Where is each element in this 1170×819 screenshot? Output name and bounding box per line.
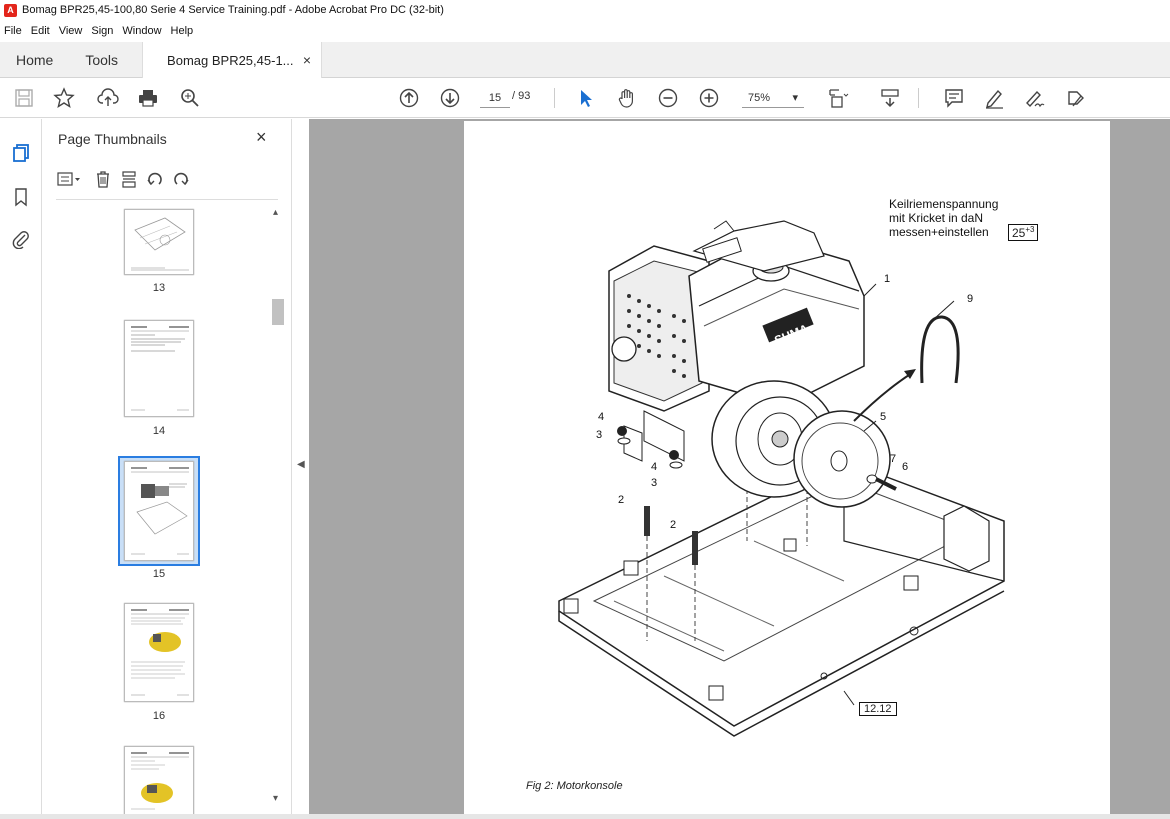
thumbnail-text-lines: [131, 326, 189, 411]
part-number-2-right: 2: [670, 519, 677, 531]
bookmark-icon[interactable]: [9, 185, 33, 209]
menu-window[interactable]: Window: [122, 25, 161, 37]
extract-page-icon[interactable]: [116, 168, 142, 190]
close-panel-icon[interactable]: ×: [256, 127, 267, 148]
tension-value: 25: [1012, 226, 1026, 240]
thumbnail-drawing: [131, 467, 189, 555]
thumbnail-scrollbar[interactable]: ▴ ▾: [270, 207, 284, 807]
page-number-input[interactable]: 15: [480, 88, 510, 108]
search-icon[interactable]: [178, 86, 202, 110]
tab-document[interactable]: Bomag BPR25,45-1... ×: [142, 42, 323, 78]
close-tab-icon[interactable]: ×: [303, 52, 311, 68]
previous-page-icon[interactable]: [397, 86, 421, 110]
upload-cloud-icon[interactable]: [96, 86, 120, 110]
part-number-7: 7: [890, 453, 897, 465]
belt-tension-note: Keilriemenspannung mit Kricket in daN me…: [889, 197, 998, 239]
page-thumbnails-icon[interactable]: [9, 141, 33, 165]
thumbnail-drawing: [131, 609, 189, 696]
thumbnail-drawing: [131, 752, 189, 810]
zoom-value: 75%: [748, 91, 771, 104]
rotate-left-icon[interactable]: [142, 168, 168, 190]
rotate-right-icon[interactable]: [168, 168, 194, 190]
tab-home[interactable]: Home: [0, 42, 69, 78]
select-cursor-icon[interactable]: [574, 86, 598, 110]
thumbnail-page-13[interactable]: [124, 209, 194, 275]
page-thumbnails-panel: Page Thumbnails × 13 14 15 16 ▴ ▾: [42, 119, 292, 819]
note-line-1: Keilriemenspannung: [889, 197, 999, 211]
thumbnail-label: 15: [152, 568, 166, 580]
note-line-2: mit Kricket in daN: [889, 211, 984, 225]
panel-title: Page Thumbnails: [58, 131, 167, 147]
fill-sign-icon[interactable]: [1064, 86, 1088, 110]
tab-document-label: Bomag BPR25,45-1...: [167, 52, 294, 68]
comment-icon[interactable]: [942, 86, 966, 110]
panel-collapse-handle[interactable]: ◀: [293, 119, 309, 819]
print-icon[interactable]: [136, 86, 160, 110]
options-menu-icon[interactable]: [56, 168, 82, 190]
delete-page-icon[interactable]: [90, 168, 116, 190]
toolbar: 15 / 93 75% ▾: [0, 78, 1170, 118]
part-number-2-left: 2: [618, 494, 625, 506]
part-number-4-bottom: 4: [651, 461, 658, 473]
tension-tolerance: +3: [1025, 225, 1035, 234]
thumbnail-label: 16: [152, 710, 166, 722]
scroll-mode-icon[interactable]: [878, 86, 902, 110]
save-icon[interactable]: [12, 86, 36, 110]
sign-icon[interactable]: [1022, 86, 1046, 110]
menu-sign[interactable]: Sign: [91, 25, 113, 37]
part-number-4-top: 4: [598, 411, 605, 423]
thumbnail-label: 13: [152, 282, 166, 294]
zoom-in-icon[interactable]: [697, 86, 721, 110]
toolbar-separator: [918, 88, 919, 108]
part-number-6: 6: [902, 461, 909, 473]
left-navigation-rail: [0, 119, 42, 819]
thumbnail-label: 14: [152, 425, 166, 437]
zoom-out-icon[interactable]: [656, 86, 680, 110]
reference-number-box: 12.12: [859, 702, 897, 716]
thumbnail-page-14[interactable]: [124, 320, 194, 417]
hand-tool-icon[interactable]: [615, 86, 639, 110]
figure-caption: Fig 2: Motorkonsole: [526, 780, 623, 792]
panel-divider: [56, 199, 278, 200]
tension-value-box: 25+3: [1008, 224, 1039, 241]
part-number-5: 5: [880, 411, 887, 423]
thumbnail-drawing: [131, 217, 189, 271]
zoom-select[interactable]: 75% ▾: [742, 88, 804, 108]
thumbnail-page-17[interactable]: [124, 746, 194, 819]
tab-tools[interactable]: Tools: [69, 42, 134, 78]
part-number-1: 1: [884, 273, 891, 285]
next-page-icon[interactable]: [438, 86, 462, 110]
thumbnail-page-15[interactable]: [124, 461, 194, 561]
scroll-up-icon[interactable]: ▴: [273, 207, 278, 218]
part-number-9: 9: [967, 293, 974, 305]
attachment-icon[interactable]: [9, 227, 33, 251]
tab-bar: Home Tools Bomag BPR25,45-1... ×: [0, 42, 1170, 78]
toolbar-separator: [554, 88, 555, 108]
scroll-thumb[interactable]: [272, 299, 284, 325]
acrobat-icon: A: [4, 3, 17, 17]
status-strip: [0, 814, 1170, 819]
scroll-down-icon[interactable]: ▾: [273, 793, 278, 804]
bookmark-star-icon[interactable]: [52, 86, 76, 110]
thumbnail-page-16[interactable]: [124, 603, 194, 702]
thumbnail-toolbar: [56, 167, 194, 191]
menu-bar: File Edit View Sign Window Help: [0, 20, 1170, 42]
page-fit-icon[interactable]: [826, 86, 850, 110]
window-title: Bomag BPR25,45-100,80 Serie 4 Service Tr…: [22, 4, 444, 16]
pdf-page: SUMA 1 9 5 4 3 4 3 7 6 2 2 Keilriemenspa…: [464, 121, 1110, 819]
title-bar: A Bomag BPR25,45-100,80 Serie 4 Service …: [0, 0, 1170, 20]
note-line-3: messen+einstellen: [889, 225, 989, 239]
page-total: / 93: [512, 90, 531, 102]
highlight-pen-icon[interactable]: [982, 86, 1006, 110]
document-viewport[interactable]: SUMA 1 9 5 4 3 4 3 7 6 2 2 Keilriemenspa…: [309, 119, 1170, 819]
chevron-down-icon: ▾: [792, 92, 798, 104]
menu-help[interactable]: Help: [171, 25, 194, 37]
collapse-left-icon[interactable]: ◀: [297, 459, 305, 470]
part-number-3-bottom: 3: [651, 477, 658, 489]
menu-view[interactable]: View: [59, 25, 83, 37]
part-number-3-top: 3: [596, 429, 603, 441]
menu-edit[interactable]: Edit: [31, 25, 50, 37]
menu-file[interactable]: File: [4, 25, 22, 37]
